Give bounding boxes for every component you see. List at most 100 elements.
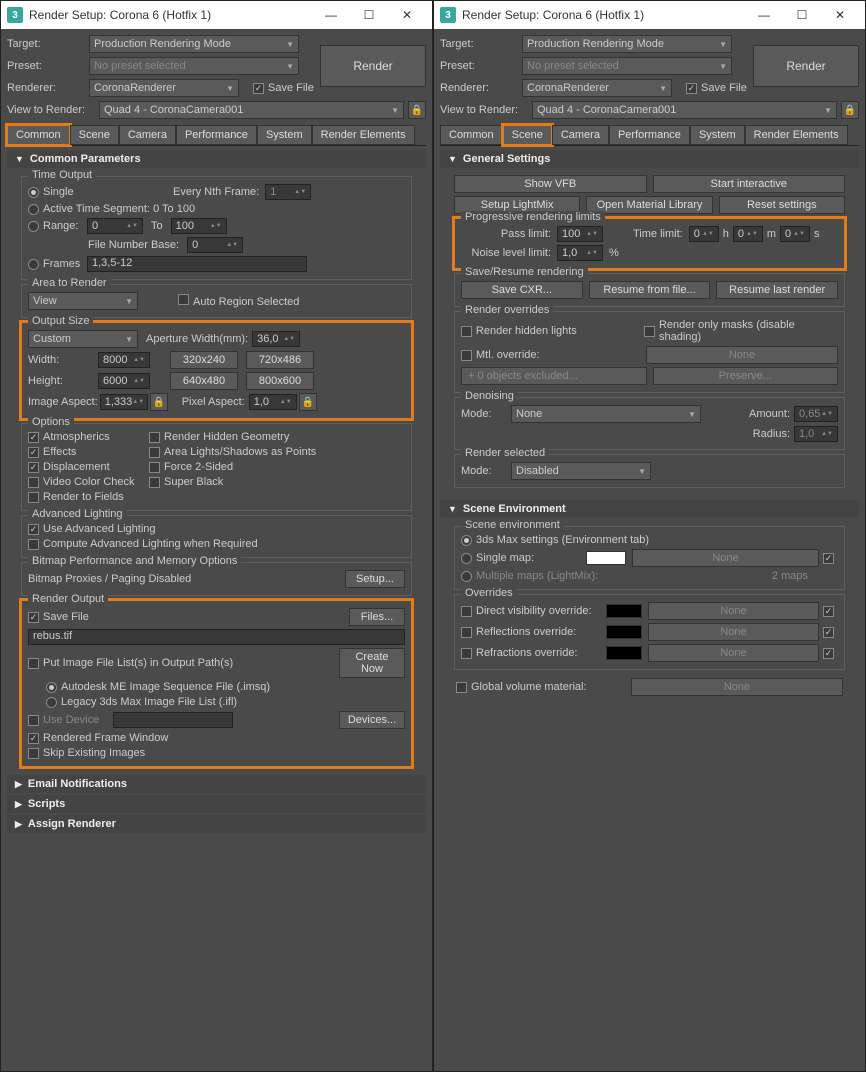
- titlebar[interactable]: 3 Render Setup: Corona 6 (Hotfix 1) — ☐ …: [434, 1, 865, 29]
- dvo-checkbox[interactable]: [461, 606, 472, 617]
- refr-checkbox[interactable]: [461, 648, 472, 659]
- preset-800x600-button[interactable]: 800x600: [246, 372, 314, 390]
- scene-env-header[interactable]: ▼Scene Environment: [440, 500, 859, 518]
- pixel-aspect-spinner[interactable]: 1,0▲▼: [249, 394, 297, 410]
- tab-system[interactable]: System: [690, 125, 745, 145]
- refr-enable-checkbox[interactable]: [823, 648, 834, 659]
- time-s-spinner[interactable]: 0▲▼: [780, 226, 810, 242]
- sb-checkbox[interactable]: [149, 477, 160, 488]
- ref-swatch[interactable]: [606, 625, 642, 639]
- denoise-mode-dropdown[interactable]: None▼: [511, 405, 701, 423]
- tab-render-elements[interactable]: Render Elements: [745, 125, 848, 145]
- renderer-dropdown[interactable]: CoronaRenderer▼: [522, 79, 672, 97]
- target-dropdown[interactable]: Production Rendering Mode▼: [522, 35, 732, 53]
- preserve-button[interactable]: Preserve...: [653, 367, 839, 385]
- skip-checkbox[interactable]: [28, 748, 39, 759]
- denoise-radius-spinner[interactable]: 1,0▲▼: [794, 426, 838, 442]
- disp-checkbox[interactable]: [28, 462, 39, 473]
- tab-system[interactable]: System: [257, 125, 312, 145]
- range-to-spinner[interactable]: 100▲▼: [171, 218, 227, 234]
- close-icon[interactable]: ✕: [388, 1, 426, 29]
- preset-320x240-button[interactable]: 320x240: [170, 351, 238, 369]
- output-file-input[interactable]: rebus.tif: [28, 629, 405, 645]
- titlebar[interactable]: 3 Render Setup: Corona 6 (Hotfix 1) — ☐ …: [1, 1, 432, 29]
- atm-checkbox[interactable]: [28, 432, 39, 443]
- range-from-spinner[interactable]: 0▲▼: [87, 218, 143, 234]
- gvm-checkbox[interactable]: [456, 682, 467, 693]
- savefile-checkbox[interactable]: [253, 83, 264, 94]
- maxsettings-radio[interactable]: [461, 535, 472, 546]
- tab-camera[interactable]: Camera: [119, 125, 176, 145]
- exclude-button[interactable]: + 0 objects excluded...: [461, 367, 647, 385]
- preset-dropdown[interactable]: No preset selected▼: [89, 57, 299, 75]
- devices-button[interactable]: Devices...: [339, 711, 405, 729]
- comp-adv-checkbox[interactable]: [28, 539, 39, 550]
- scripts-rollup[interactable]: ▶Scripts: [7, 795, 426, 813]
- auto-region-checkbox[interactable]: [178, 294, 189, 305]
- show-vfb-button[interactable]: Show VFB: [454, 175, 647, 193]
- target-dropdown[interactable]: Production Rendering Mode▼: [89, 35, 299, 53]
- resume-last-button[interactable]: Resume last render: [716, 281, 838, 299]
- time-h-spinner[interactable]: 0▲▼: [689, 226, 719, 242]
- height-spinner[interactable]: 6000▲▼: [98, 373, 150, 389]
- pass-limit-spinner[interactable]: 100▲▼: [557, 226, 603, 242]
- create-now-button[interactable]: Create Now: [339, 648, 405, 678]
- tab-render-elements[interactable]: Render Elements: [312, 125, 415, 145]
- view-dropdown[interactable]: Quad 4 - CoronaCamera001▼: [99, 101, 404, 119]
- minimize-icon[interactable]: —: [312, 1, 350, 29]
- rom-checkbox[interactable]: [644, 326, 655, 337]
- preset-dropdown[interactable]: No preset selected▼: [522, 57, 732, 75]
- multimap-radio[interactable]: [461, 571, 472, 582]
- common-params-header[interactable]: ▼Common Parameters: [7, 150, 426, 168]
- lock-icon[interactable]: 🔒: [841, 101, 859, 119]
- frames-input[interactable]: 1,3,5-12: [87, 256, 307, 272]
- rhg-checkbox[interactable]: [149, 432, 160, 443]
- image-aspect-spinner[interactable]: 1,333▲▼: [100, 394, 148, 410]
- aperture-spinner[interactable]: 36,0▲▼: [252, 331, 300, 347]
- put-list-checkbox[interactable]: [28, 658, 39, 669]
- f2-checkbox[interactable]: [149, 462, 160, 473]
- lock-icon[interactable]: 🔒: [408, 101, 426, 119]
- ref-none-button[interactable]: None: [648, 623, 819, 641]
- frames-radio[interactable]: [28, 259, 39, 270]
- time-m-spinner[interactable]: 0▲▼: [733, 226, 763, 242]
- use-device-checkbox[interactable]: [28, 715, 39, 726]
- mtl-none-button[interactable]: None: [646, 346, 838, 364]
- general-settings-header[interactable]: ▼General Settings: [440, 150, 859, 168]
- refr-none-button[interactable]: None: [648, 644, 819, 662]
- vcc-checkbox[interactable]: [28, 477, 39, 488]
- width-spinner[interactable]: 8000▲▼: [98, 352, 150, 368]
- preset-640x480-button[interactable]: 640x480: [170, 372, 238, 390]
- renderer-dropdown[interactable]: CoronaRenderer▼: [89, 79, 239, 97]
- bmp-setup-button[interactable]: Setup...: [345, 570, 405, 588]
- render-selected-dropdown[interactable]: Disabled▼: [511, 462, 651, 480]
- reset-settings-button[interactable]: Reset settings: [719, 196, 845, 214]
- tab-performance[interactable]: Performance: [176, 125, 257, 145]
- email-rollup[interactable]: ▶Email Notifications: [7, 775, 426, 793]
- save-cxr-button[interactable]: Save CXR...: [461, 281, 583, 299]
- file-number-spinner[interactable]: 0▲▼: [187, 237, 243, 253]
- ro-savefile-checkbox[interactable]: [28, 612, 39, 623]
- active-radio[interactable]: [28, 204, 39, 215]
- tab-scene[interactable]: Scene: [70, 125, 119, 145]
- tab-common[interactable]: Common: [7, 125, 70, 145]
- rfw-checkbox[interactable]: [28, 733, 39, 744]
- dvo-enable-checkbox[interactable]: [823, 606, 834, 617]
- ref-checkbox[interactable]: [461, 627, 472, 638]
- singlemap-none-button[interactable]: None: [632, 549, 819, 567]
- gvm-none-button[interactable]: None: [631, 678, 843, 696]
- render-button[interactable]: Render: [320, 45, 426, 87]
- render-button[interactable]: Render: [753, 45, 859, 87]
- tab-performance[interactable]: Performance: [609, 125, 690, 145]
- aspect-lock-icon[interactable]: 🔒: [150, 393, 168, 411]
- color-swatch[interactable]: [586, 551, 626, 565]
- dvo-swatch[interactable]: [606, 604, 642, 618]
- every-nth-spinner[interactable]: 1▲▼: [265, 184, 311, 200]
- resume-file-button[interactable]: Resume from file...: [589, 281, 711, 299]
- range-radio[interactable]: [28, 221, 39, 232]
- tab-scene[interactable]: Scene: [503, 125, 552, 145]
- ref-enable-checkbox[interactable]: [823, 627, 834, 638]
- maximize-icon[interactable]: ☐: [783, 1, 821, 29]
- mtl-ovr-checkbox[interactable]: [461, 350, 472, 361]
- eff-checkbox[interactable]: [28, 447, 39, 458]
